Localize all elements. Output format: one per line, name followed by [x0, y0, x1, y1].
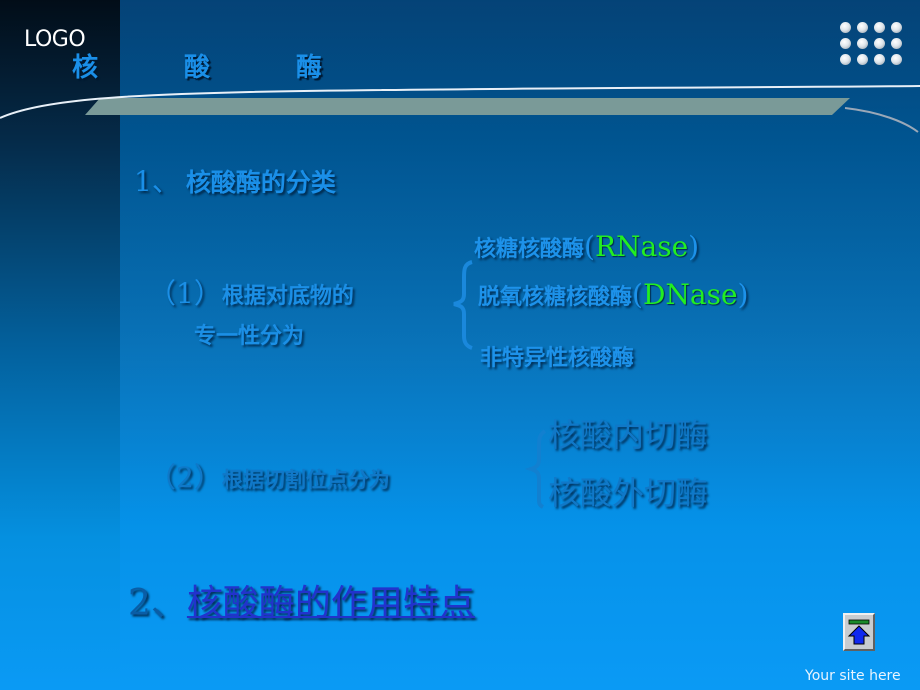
section2-link[interactable]: 核酸酶的作用特点: [187, 583, 475, 624]
sub2-label: 根据切割位点分为: [221, 468, 390, 492]
sub1-label-line1: 根据对底物的: [221, 284, 354, 309]
nav-home-button[interactable]: [843, 613, 875, 651]
header-bar: [85, 98, 850, 115]
section1-heading: 1、 核酸酶的分类: [134, 160, 336, 200]
header-swoosh-right: [844, 107, 919, 133]
sub2-number: （2）: [148, 461, 222, 494]
brace-1-icon: [453, 260, 473, 350]
section1-title: 核酸酶的分类: [185, 168, 336, 197]
abbr-rnase: RNase: [594, 230, 689, 263]
item-endonuclease: 核酸内切酶: [548, 416, 709, 454]
section2-number: 2、: [128, 583, 187, 624]
dot-grid-icon: [840, 22, 903, 65]
section1-number: 1、: [134, 165, 180, 198]
title-char-2: 酸: [184, 53, 211, 83]
item-exonuclease: 核酸外切酶: [548, 474, 709, 512]
abbr-dnase: DNase: [642, 278, 738, 311]
sub1-label-line2: 专一性分为: [194, 324, 305, 349]
sub1-number: （1）: [148, 277, 222, 310]
brace-2-icon: [525, 429, 547, 509]
sub1-line1: （1）根据对底物的: [148, 272, 354, 312]
title-char-1: 核: [72, 53, 99, 83]
item-dnase: 脱氧核糖核酸酶(DNase): [478, 278, 749, 311]
sub2-line: （2）根据切割位点分为: [148, 456, 390, 496]
up-arrow-icon: [847, 619, 871, 645]
item-nonspecific: 非特异性核酸酶: [480, 346, 635, 371]
section2-heading: 2、核酸酶的作用特点: [128, 574, 475, 626]
title-char-3: 酶: [296, 53, 323, 83]
site-text: Your site here: [805, 668, 901, 684]
item-rnase: 核糖核酸酶(RNase): [474, 230, 700, 263]
